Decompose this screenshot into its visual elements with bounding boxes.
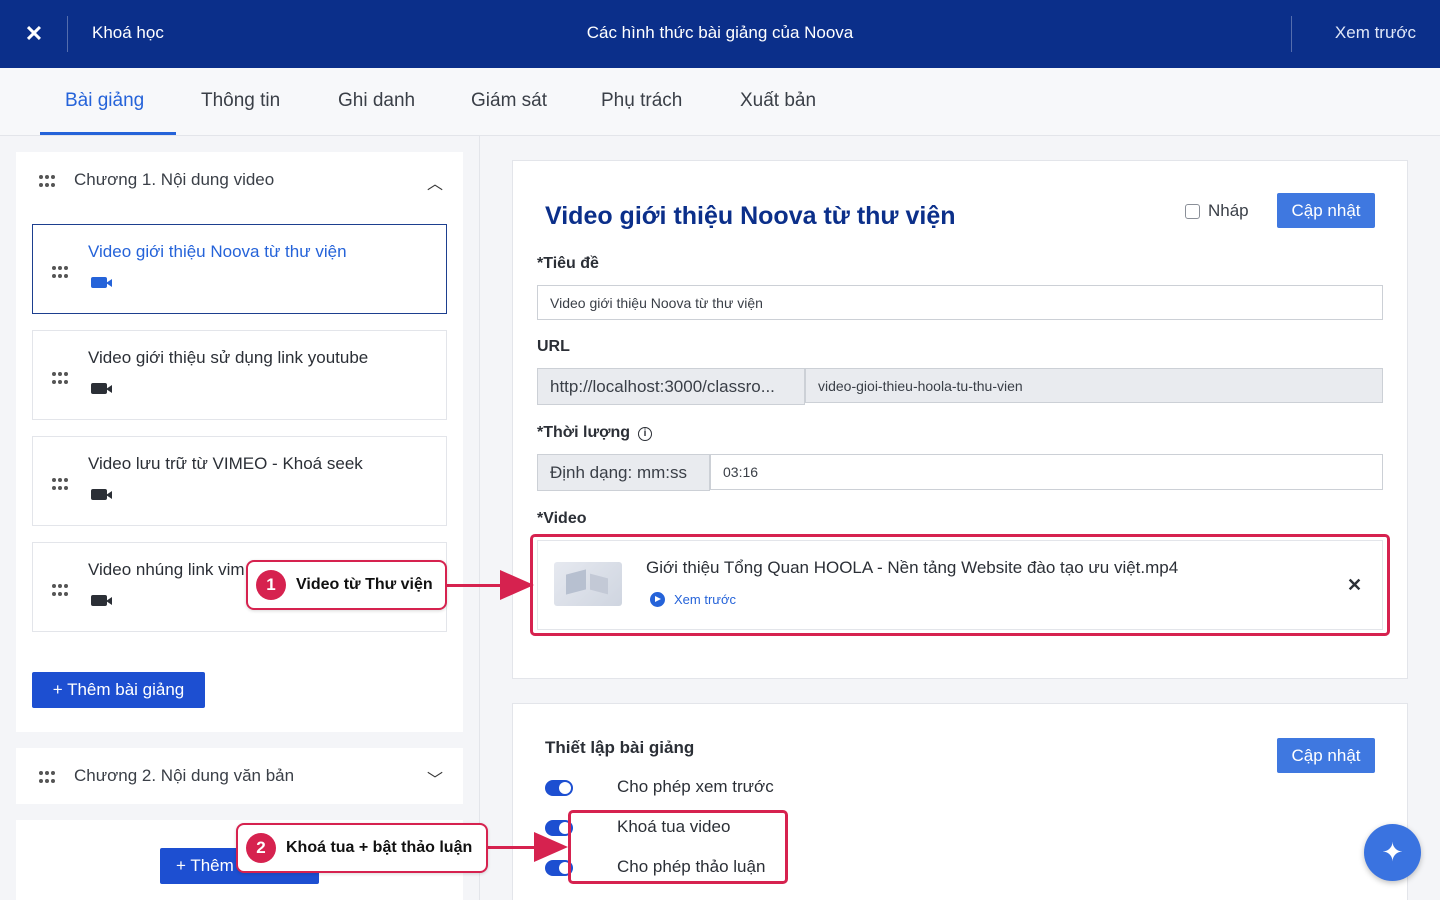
duration-label: *Thời lượng i [537, 424, 652, 442]
toggle-label: Cho phép xem trước [617, 777, 774, 796]
video-label: *Video [537, 510, 587, 527]
tab-assignees[interactable]: Phụ trách [601, 90, 682, 112]
drag-handle-icon[interactable] [51, 475, 73, 491]
step-number: 1 [256, 570, 286, 600]
title-input[interactable]: Video giới thiệu Noova từ thư viện [537, 285, 1383, 320]
highlight-box [568, 810, 788, 884]
drag-handle-icon[interactable] [38, 768, 60, 784]
settings-update-button[interactable]: Cập nhật [1277, 738, 1375, 773]
top-bar: ✕ Khoá học Các hình thức bài giảng của N… [0, 0, 1440, 68]
video-camera-icon [91, 595, 112, 606]
chapter-header[interactable]: Chương 1. Nội dung video ︿ [16, 152, 463, 208]
settings-title: Thiết lập bài giảng [545, 738, 695, 757]
divider [1291, 16, 1292, 52]
page-title: Các hình thức bài giảng của Noova [586, 23, 854, 42]
tab-enrollment[interactable]: Ghi danh [338, 90, 415, 112]
drag-handle-icon[interactable] [38, 172, 60, 188]
add-lesson-button[interactable]: + Thêm bài giảng [32, 672, 205, 708]
lesson-item[interactable]: Video giới thiệu Noova từ thư viện [32, 224, 447, 314]
lesson-item[interactable]: Video lưu trữ từ VIMEO - Khoá seek [32, 436, 447, 526]
duration-format: Định dạng: mm:ss [537, 454, 710, 491]
arrow-head-icon [500, 570, 534, 600]
draft-label: Nháp [1208, 201, 1249, 220]
draft-checkbox[interactable]: Nháp [1185, 201, 1249, 221]
chevron-up-icon[interactable]: ︿ [427, 170, 443, 194]
tab-monitoring[interactable]: Giám sát [471, 90, 547, 112]
url-slug-input[interactable]: video-gioi-thieu-hoola-tu-thu-vien [805, 368, 1383, 403]
annotation-arrow [447, 584, 507, 587]
close-icon[interactable]: ✕ [0, 0, 68, 68]
drag-handle-icon[interactable] [51, 369, 73, 385]
tab-publish[interactable]: Xuất bản [740, 90, 816, 112]
preview-button[interactable]: Xem trước [1335, 23, 1416, 43]
chapter-title: Chương 1. Nội dung video [74, 170, 275, 189]
video-camera-icon [91, 383, 112, 394]
annotation-callout: 2 Khoá tua + bật thảo luận [236, 823, 488, 873]
lesson-title: Video nhúng link vim [88, 560, 245, 579]
info-icon[interactable]: i [638, 426, 652, 441]
url-prefix: http://localhost:3000/classro... [537, 368, 805, 405]
duration-input[interactable]: 03:16 [710, 454, 1383, 490]
title-label: *Tiêu đề [537, 255, 599, 272]
allow-preview-toggle[interactable] [545, 780, 573, 796]
lesson-item[interactable]: Video giới thiệu sử dụng link youtube [32, 330, 447, 420]
update-button[interactable]: Cập nhật [1277, 193, 1375, 228]
video-camera-icon [91, 277, 112, 288]
drag-handle-icon[interactable] [51, 263, 73, 279]
lesson-title: Video lưu trữ từ VIMEO - Khoá seek [88, 454, 363, 473]
chevron-down-icon[interactable]: ﹀ [427, 766, 443, 790]
divider [67, 16, 68, 52]
ai-assistant-button[interactable]: ✦ [1364, 824, 1421, 881]
annotation-arrow [488, 846, 538, 849]
tab-lectures[interactable]: Bài giảng [65, 90, 144, 112]
active-tab-indicator [40, 132, 176, 135]
lesson-title: Video giới thiệu sử dụng link youtube [88, 348, 369, 367]
sparkle-icon: ✦ [1381, 837, 1404, 867]
lesson-heading: Video giới thiệu Noova từ thư viện [545, 202, 956, 230]
lesson-title: Video giới thiệu Noova từ thư viện [88, 242, 347, 261]
tab-bar: Bài giảng Thông tin Ghi danh Giám sát Ph… [0, 68, 1440, 136]
chapter-card[interactable]: Chương 2. Nội dung văn bản ﹀ [16, 748, 463, 804]
callout-text: Khoá tua + bật thảo luận [286, 839, 473, 856]
callout-text: Video từ Thư viện [296, 576, 433, 593]
arrow-head-icon [534, 832, 568, 862]
course-link[interactable]: Khoá học [92, 23, 164, 43]
highlight-box [530, 534, 1390, 636]
tab-info[interactable]: Thông tin [201, 90, 280, 112]
annotation-callout: 1 Video từ Thư viện [246, 560, 447, 610]
url-label: URL [537, 338, 570, 355]
video-camera-icon [91, 489, 112, 500]
drag-handle-icon[interactable] [51, 581, 73, 597]
checkbox-icon[interactable] [1185, 203, 1200, 219]
step-number: 2 [246, 833, 276, 863]
chapter-title: Chương 2. Nội dung văn bản [74, 766, 295, 785]
